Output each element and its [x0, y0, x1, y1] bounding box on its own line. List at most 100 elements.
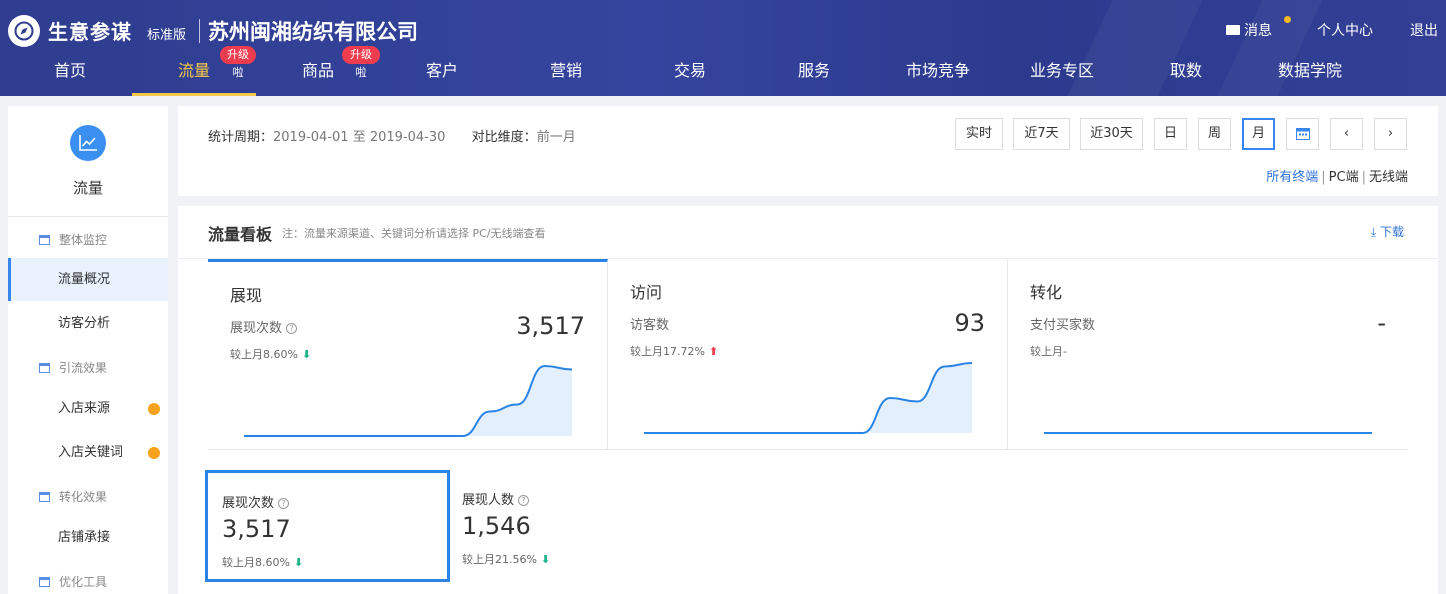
kpi-card-conversion[interactable]: 转化 支付买家数 - 较上月-: [1008, 259, 1408, 450]
calendar-button[interactable]: [1286, 118, 1319, 150]
period-btn-month[interactable]: 月: [1242, 118, 1275, 150]
logout-link[interactable]: 退出: [1410, 20, 1438, 40]
kpi-metric: 展现次数?: [230, 317, 298, 336]
nav-label: 服务: [797, 61, 830, 80]
calendar-icon: [1295, 128, 1310, 140]
nav-label: 交易: [673, 61, 706, 80]
nav-data-academy[interactable]: 数据学院: [1248, 55, 1372, 96]
sidebar-item-store-landing[interactable]: 店铺承接: [8, 516, 168, 559]
personal-center-link[interactable]: 个人中心: [1317, 20, 1373, 40]
help-icon[interactable]: ?: [518, 495, 530, 506]
messages-link[interactable]: 消息: [1226, 20, 1272, 40]
period-label: 统计周期：: [208, 130, 274, 145]
download-link[interactable]: ⤓ 下载: [1371, 223, 1404, 240]
group-label: 引流效果: [59, 361, 108, 375]
kpi-value: 93: [954, 309, 985, 337]
building-icon: [39, 234, 50, 245]
download-icon: ⤓: [1370, 225, 1380, 239]
sidebar-item-visitor-analysis[interactable]: 访客分析: [8, 302, 168, 345]
messages-label: 消息: [1244, 23, 1272, 39]
metric-value: 1,546: [462, 512, 531, 540]
brand-name[interactable]: 生意参谋: [48, 16, 132, 45]
sparkline-chart: [1044, 432, 1372, 434]
help-icon[interactable]: ?: [278, 498, 290, 509]
kpi-card-visit[interactable]: 访问 访客数 93 较上月17.72% ⬆: [608, 259, 1008, 450]
period-btn-30days[interactable]: 近30天: [1080, 118, 1143, 150]
nav-label: 首页: [53, 61, 86, 80]
kpi-compare: 较上月17.72% ⬆: [630, 345, 719, 358]
envelope-icon: [1226, 25, 1240, 35]
period-panel: 统计周期：2019-04-01 至 2019-04-30 对比维度：前一月 实时…: [178, 106, 1438, 196]
nav-traffic[interactable]: 流量 升级啦: [132, 46, 256, 96]
terminal-all[interactable]: 所有终端: [1266, 170, 1318, 185]
building-icon: [39, 576, 50, 587]
building-icon: [39, 491, 50, 502]
nav-trade[interactable]: 交易: [628, 55, 752, 96]
line-chart-icon: [70, 125, 106, 161]
sidebar-title: 流量: [72, 179, 103, 197]
kpi-value: 3,517: [516, 312, 585, 340]
nav-service[interactable]: 服务: [752, 55, 876, 96]
terminal-switch: 所有终端 | PC端 | 无线端: [1266, 170, 1408, 185]
sidebar-group-acquisition: 引流效果: [39, 359, 107, 376]
nav-label: 流量: [177, 61, 210, 80]
kpi-metric: 访客数: [630, 318, 670, 333]
new-indicator-dot: [148, 447, 160, 459]
next-period-button[interactable]: ›: [1374, 118, 1407, 150]
sidebar-group-overall: 整体监控: [39, 231, 107, 248]
kpi-value: -: [1377, 309, 1386, 337]
period-btn-realtime[interactable]: 实时: [955, 118, 1003, 150]
kpi-title: 访问: [630, 283, 663, 302]
new-indicator-dot: [148, 403, 160, 415]
nav-label: 客户: [425, 61, 458, 80]
nav-label: 营销: [549, 61, 582, 80]
arrow-down-icon: ⬇: [540, 553, 551, 566]
nav-label: 商品: [301, 61, 334, 80]
nav-customers[interactable]: 客户: [380, 55, 504, 96]
notification-dot: [1284, 16, 1291, 23]
compare-label: 对比维度：: [471, 130, 537, 145]
metric-title: 展现次数?: [222, 492, 290, 511]
nav-business[interactable]: 业务专区: [1000, 55, 1124, 96]
kpi-compare: 较上月-: [1030, 345, 1067, 358]
period-btn-week[interactable]: 周: [1198, 118, 1231, 150]
kpi-compare: 较上月8.60% ⬇: [230, 348, 312, 361]
nav-market[interactable]: 市场竞争: [876, 55, 1000, 96]
nav-products[interactable]: 商品 升级啦: [256, 46, 380, 96]
kpi-card-impression[interactable]: 展现 展现次数? 3,517 较上月8.60% ⬇: [208, 259, 608, 450]
group-label: 整体监控: [59, 233, 108, 247]
metric-card-impression-users[interactable]: 展现人数? 1,546 较上月21.56% ⬇: [448, 470, 693, 582]
nav-marketing[interactable]: 营销: [504, 55, 628, 96]
download-label: 下载: [1379, 225, 1404, 239]
period-btn-day[interactable]: 日: [1154, 118, 1187, 150]
period-btn-7days[interactable]: 近7天: [1013, 118, 1070, 150]
metric-value: 3,517: [222, 515, 291, 543]
terminal-pc[interactable]: PC端: [1329, 170, 1359, 185]
nav-label: 业务专区: [1029, 61, 1094, 80]
chevron-right-icon: ›: [1387, 126, 1394, 141]
compass-logo-icon[interactable]: [8, 15, 40, 47]
sidebar-divider: [8, 216, 168, 217]
header-divider: [199, 19, 200, 43]
kpi-metric: 支付买家数: [1030, 318, 1096, 333]
nav-data-fetch[interactable]: 取数: [1124, 55, 1248, 96]
help-icon[interactable]: ?: [286, 323, 298, 334]
period-info: 统计周期：2019-04-01 至 2019-04-30 对比维度：前一月: [208, 126, 576, 145]
arrow-up-icon: ⬆: [708, 345, 719, 358]
sparkline-chart: [244, 364, 572, 437]
terminal-wireless[interactable]: 无线端: [1369, 170, 1408, 185]
sidebar-item-traffic-overview[interactable]: 流量概况: [8, 258, 168, 301]
metric-compare: 较上月8.60% ⬇: [222, 556, 304, 569]
board-title: 流量看板: [208, 225, 273, 244]
sidebar-item-entry-keywords[interactable]: 入店关键词: [8, 431, 168, 474]
nav-home[interactable]: 首页: [8, 55, 132, 96]
building-icon: [39, 362, 50, 373]
group-label: 转化效果: [59, 490, 108, 504]
period-range: 2019-04-01 至 2019-04-30: [273, 130, 446, 145]
nav-label: 数据学院: [1277, 61, 1342, 80]
prev-period-button[interactable]: ‹: [1330, 118, 1363, 150]
sidebar-item-entry-source[interactable]: 入店来源: [8, 387, 168, 430]
nav-label: 取数: [1169, 61, 1202, 80]
edition-label: 标准版: [147, 28, 187, 43]
metric-card-impression-count[interactable]: 展现次数? 3,517 较上月8.60% ⬇: [205, 470, 450, 582]
